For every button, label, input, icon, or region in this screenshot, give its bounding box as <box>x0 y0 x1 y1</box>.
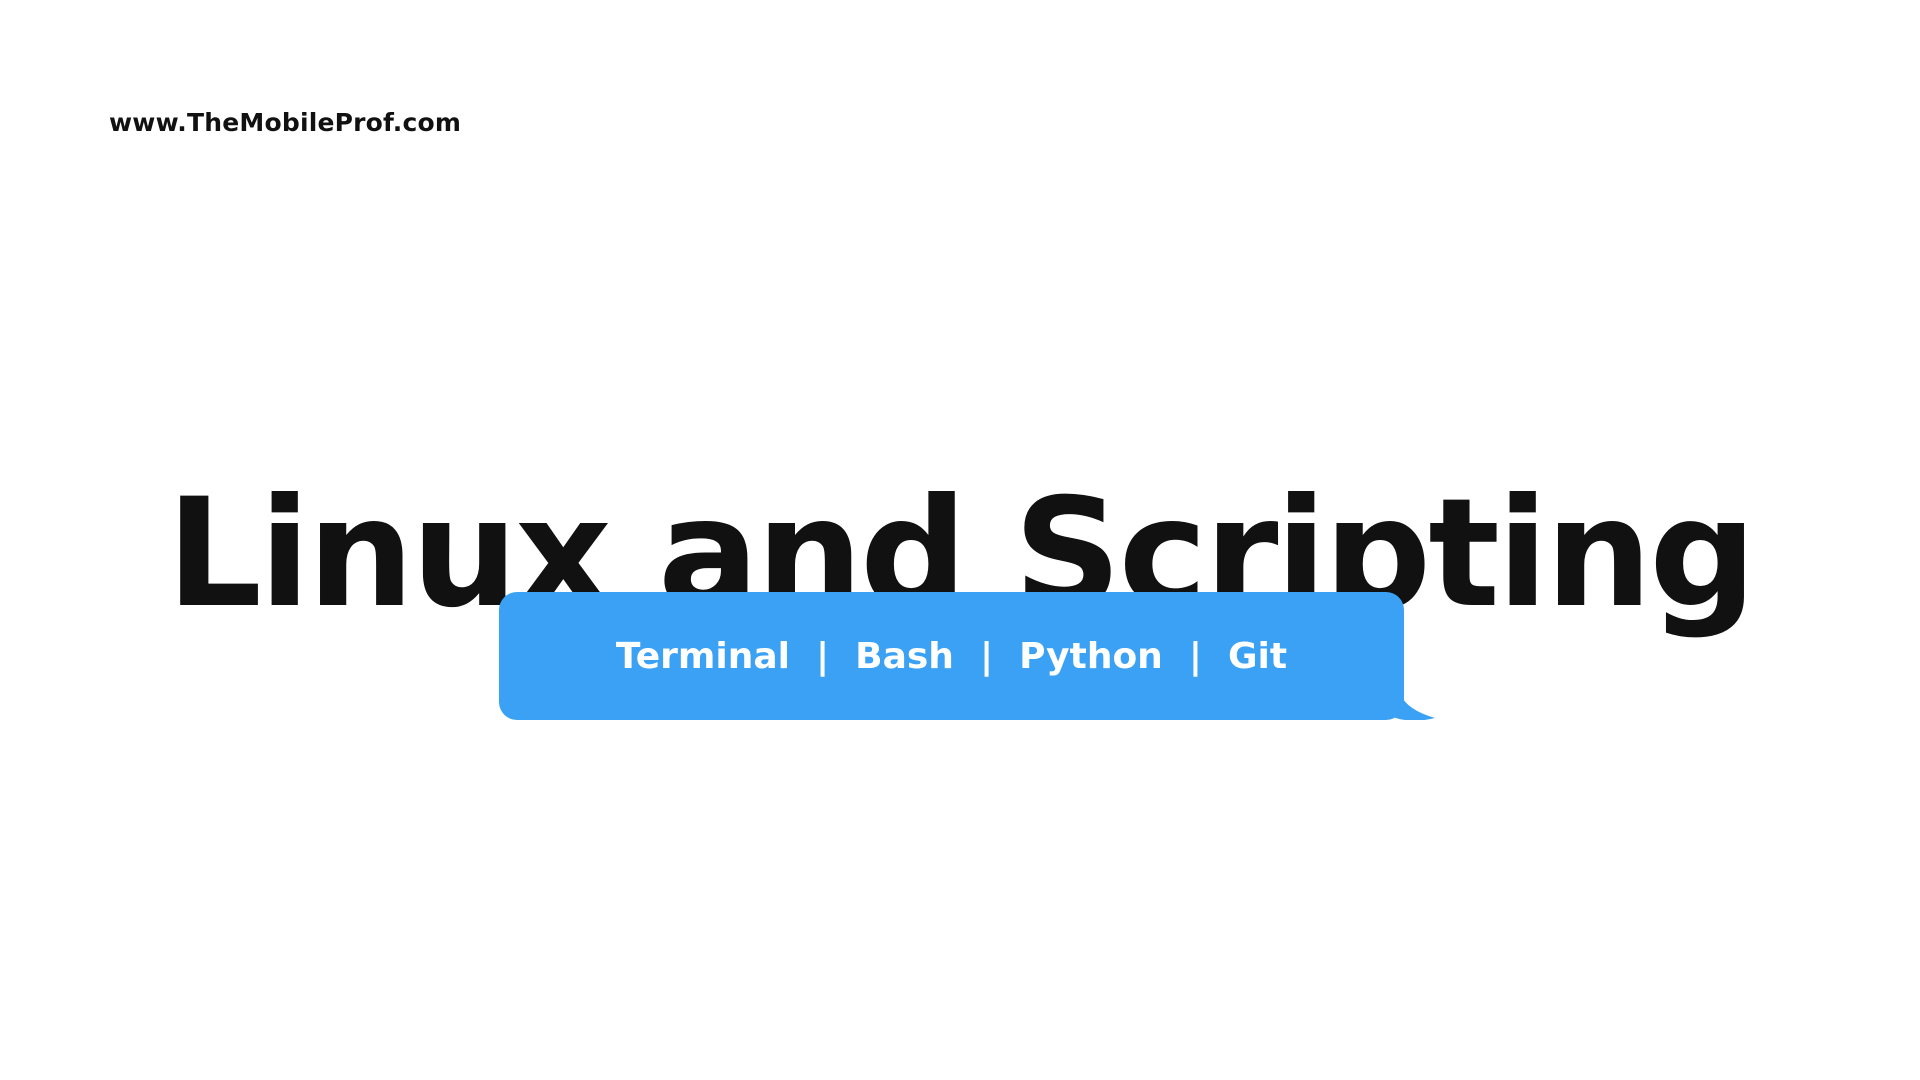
topic-separator: | <box>815 635 830 677</box>
topic-separator: | <box>979 635 994 677</box>
topics-speech-bubble: Terminal | Bash | Python | Git <box>499 592 1435 720</box>
topics-list: Terminal | Bash | Python | Git <box>499 592 1404 720</box>
topic-python: Python <box>1019 635 1163 677</box>
topic-terminal: Terminal <box>615 635 790 677</box>
topic-git: Git <box>1227 635 1288 677</box>
topic-bash: Bash <box>855 635 954 677</box>
site-url: www.TheMobileProf.com <box>109 108 462 137</box>
topic-separator: | <box>1188 635 1202 677</box>
